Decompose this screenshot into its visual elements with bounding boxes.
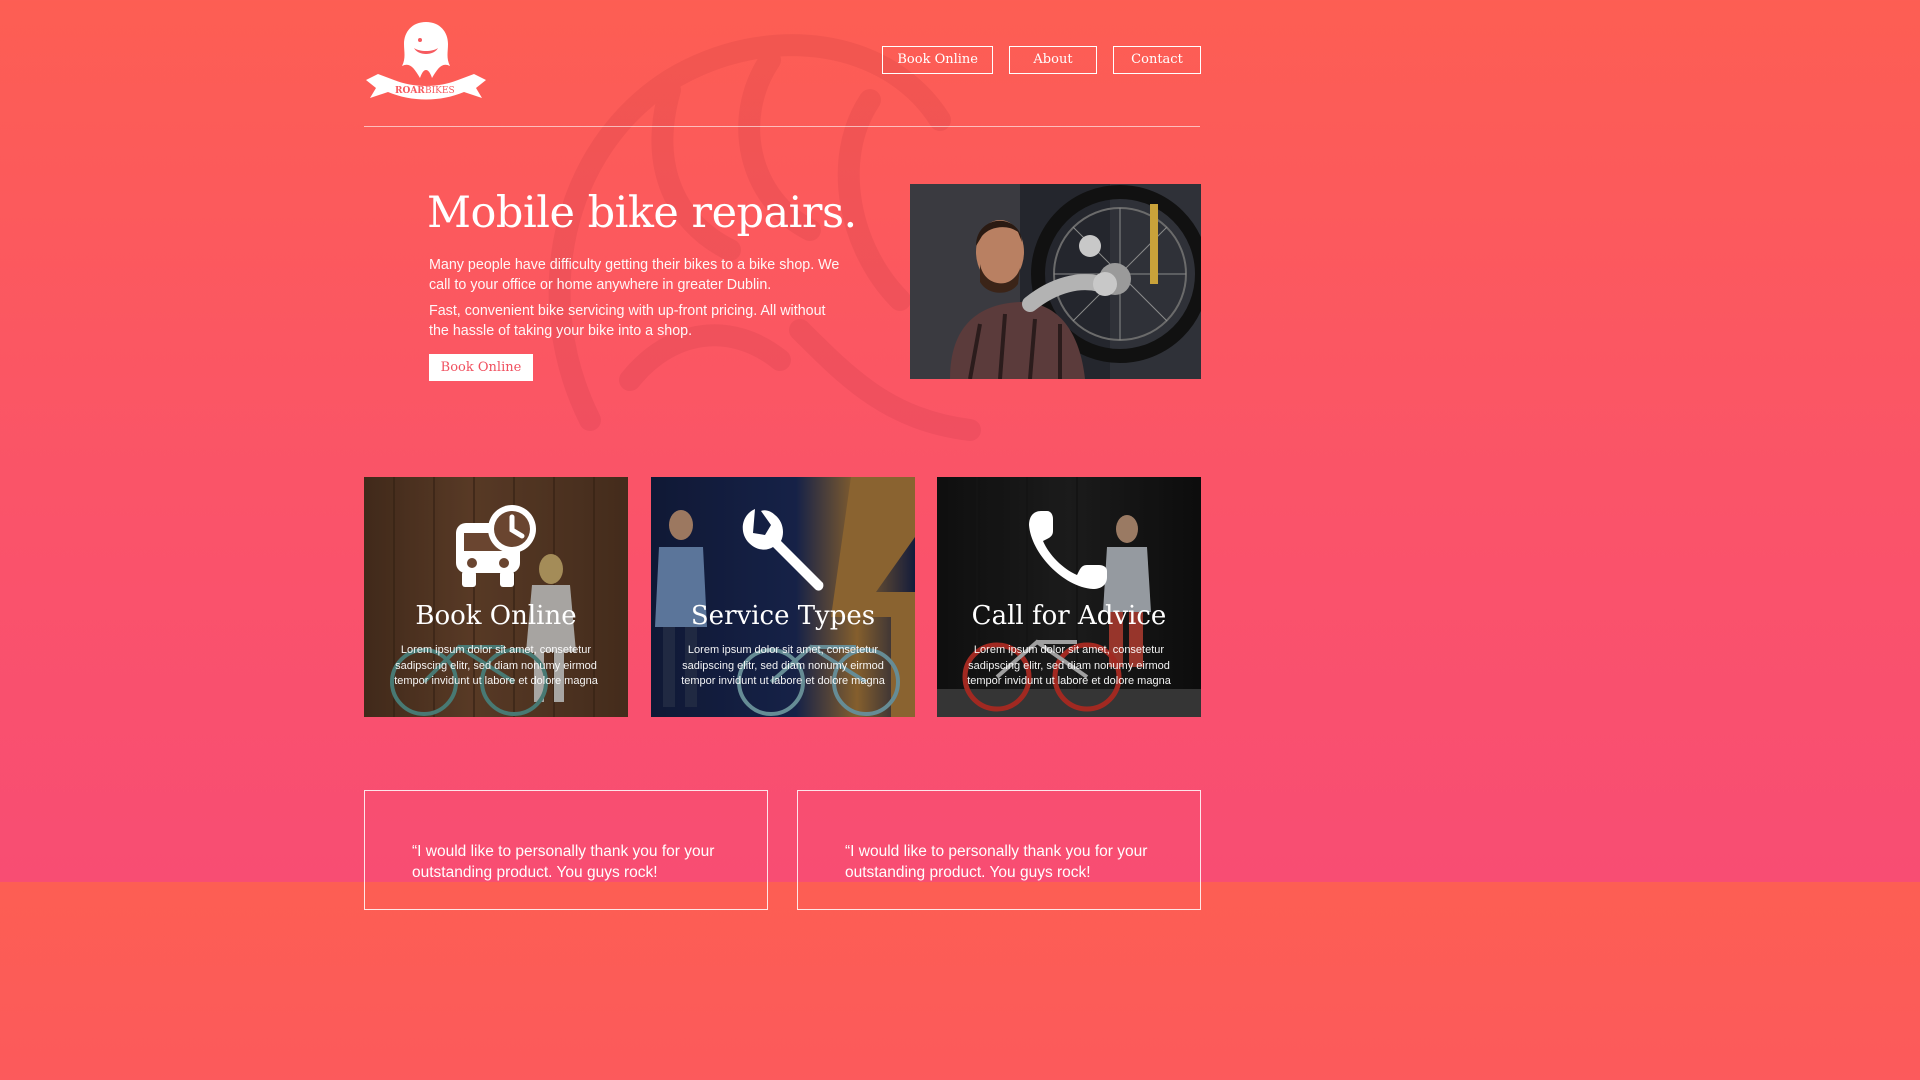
- card-description: Lorem ipsum dolor sit amet, consetetur s…: [681, 644, 885, 688]
- testimonial-card: “I would like to personally thank you fo…: [797, 790, 1201, 910]
- card-call-for-advice[interactable]: Call for Advice Lorem ipsum dolor sit am…: [937, 477, 1201, 717]
- hero-paragraph-1: Many people have difficulty getting thei…: [429, 257, 840, 293]
- testimonial-quote: “I would like to personally thank you fo…: [412, 843, 715, 881]
- card-book-online[interactable]: Book Online Lorem ipsum dolor sit amet, …: [364, 477, 628, 717]
- hero-title: Mobile bike repairs.: [427, 188, 857, 238]
- card-title: Call for Advice: [971, 601, 1167, 631]
- mechanic-photo-illustration: [910, 184, 1201, 379]
- bus-clock-icon: [364, 503, 628, 595]
- roar-bikes-logo[interactable]: ROAR BIKES: [364, 18, 488, 102]
- nav-about-button[interactable]: About: [1009, 46, 1097, 74]
- card-description: Lorem ipsum dolor sit amet, consetetur s…: [967, 644, 1171, 688]
- mechanic-photo: [910, 184, 1201, 379]
- nav-book-online-button[interactable]: Book Online: [882, 46, 993, 74]
- card-description: Lorem ipsum dolor sit amet, consetetur s…: [394, 644, 598, 688]
- header-divider: [364, 126, 1200, 127]
- phone-icon: [937, 503, 1201, 595]
- nav-contact-button[interactable]: Contact: [1113, 46, 1201, 74]
- card-title: Service Types: [690, 601, 876, 631]
- top-navigation: Book Online About Contact: [882, 46, 1201, 74]
- hero-paragraph-2: Fast, convenient bike servicing with up-…: [429, 303, 826, 339]
- hero-book-online-button[interactable]: Book Online: [429, 354, 533, 381]
- testimonial-card: “I would like to personally thank you fo…: [364, 790, 768, 910]
- card-service-types[interactable]: Service Types Lorem ipsum dolor sit amet…: [651, 477, 915, 717]
- wrench-icon: [651, 503, 915, 595]
- logo-text-roar: ROAR: [395, 86, 425, 96]
- testimonial-quote: “I would like to personally thank you fo…: [845, 843, 1148, 881]
- logo-text-bikes: BIKES: [425, 86, 455, 96]
- card-title: Book Online: [415, 601, 577, 631]
